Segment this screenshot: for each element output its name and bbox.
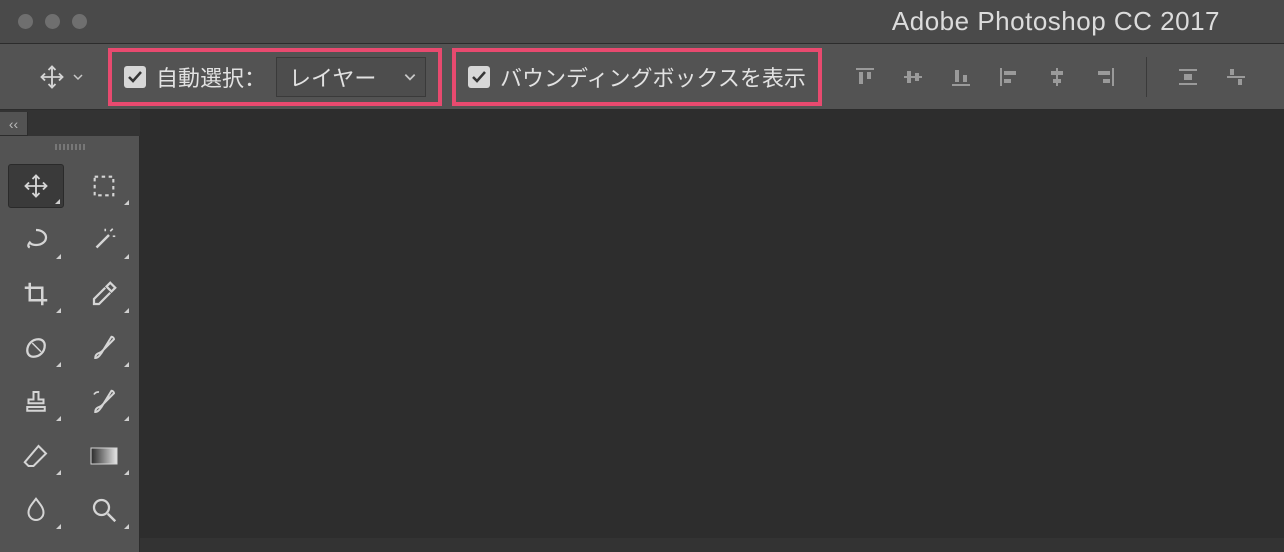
dodge-tool[interactable] (76, 488, 132, 532)
divider (1146, 57, 1147, 97)
flyout-indicator-icon (124, 254, 129, 259)
align-left-icon (997, 65, 1021, 89)
flyout-indicator-icon (56, 470, 61, 475)
auto-select-value: レイヤー (289, 61, 376, 93)
zoom-window-button[interactable] (72, 14, 87, 29)
app-title: Adobe Photoshop CC 2017 (892, 6, 1220, 36)
lasso-tool[interactable] (8, 218, 64, 262)
align-bottom-button[interactable] (946, 62, 976, 92)
flyout-indicator-icon (56, 254, 61, 259)
stamp-tool[interactable] (8, 380, 64, 424)
canvas-area[interactable] (140, 110, 1284, 538)
close-window-button[interactable] (18, 14, 33, 29)
brush-icon (89, 333, 119, 363)
distribute-h-button[interactable] (1173, 62, 1203, 92)
show-bounding-box-label: バウンディングボックスを表示 (500, 61, 806, 93)
flyout-indicator-icon (56, 308, 61, 313)
smudge-icon (21, 495, 51, 525)
flyout-indicator-icon (55, 199, 60, 204)
crop-tool[interactable] (8, 272, 64, 316)
gradient-icon (89, 445, 119, 467)
magic-wand-tool[interactable] (76, 218, 132, 262)
flyout-indicator-icon (124, 308, 129, 313)
align-hcenter-button[interactable] (1042, 62, 1072, 92)
move-tool[interactable] (8, 164, 64, 208)
eyedropper-tool[interactable] (76, 272, 132, 316)
align-left-button[interactable] (994, 62, 1024, 92)
align-hcenter-icon (1045, 65, 1069, 89)
dodge-icon (89, 495, 119, 525)
eyedropper-icon (89, 279, 119, 309)
auto-select-dropdown[interactable]: レイヤー (276, 57, 426, 97)
eraser-icon (21, 441, 51, 471)
options-bar: 自動選択： レイヤー バウンディングボックスを表示 (0, 44, 1284, 110)
panel-grip[interactable] (6, 142, 133, 152)
flyout-indicator-icon (124, 416, 129, 421)
gradient-tool[interactable] (76, 434, 132, 478)
flyout-indicator-icon (124, 362, 129, 367)
minimize-window-button[interactable] (45, 14, 60, 29)
magic-wand-icon (89, 225, 119, 255)
chevron-down-icon (72, 71, 84, 83)
flyout-indicator-icon (124, 200, 129, 205)
move-icon (22, 172, 50, 200)
window-controls (18, 14, 87, 29)
marquee-tool[interactable] (76, 164, 132, 208)
collapse-panels-button[interactable]: ‹‹ (0, 112, 28, 136)
flyout-indicator-icon (124, 470, 129, 475)
show-bounding-box-group: バウンディングボックスを表示 (452, 48, 822, 106)
move-icon (38, 63, 66, 91)
align-vcenter-icon (901, 65, 925, 89)
patch-tool[interactable] (8, 326, 64, 370)
flyout-indicator-icon (124, 524, 129, 529)
eraser-tool[interactable] (8, 434, 64, 478)
history-brush-icon (89, 387, 119, 417)
align-buttons-group (850, 57, 1251, 97)
align-right-icon (1093, 65, 1117, 89)
stamp-icon (21, 387, 51, 417)
checkmark-icon (127, 69, 143, 85)
flyout-indicator-icon (56, 524, 61, 529)
auto-select-group: 自動選択： レイヤー (108, 48, 442, 106)
align-top-button[interactable] (850, 62, 880, 92)
show-bounding-box-checkbox[interactable] (468, 66, 490, 88)
tools-panel (0, 136, 140, 552)
auto-select-label: 自動選択： (156, 61, 266, 93)
align-vcenter-button[interactable] (898, 62, 928, 92)
chevron-down-icon (403, 70, 417, 84)
window-titlebar: Adobe Photoshop CC 2017 (0, 0, 1284, 44)
flyout-indicator-icon (56, 362, 61, 367)
align-right-button[interactable] (1090, 62, 1120, 92)
collapse-glyph: ‹‹ (9, 116, 18, 132)
align-bottom-icon (949, 65, 973, 89)
auto-select-checkbox[interactable] (124, 66, 146, 88)
smudge-tool[interactable] (8, 488, 64, 532)
distribute-h-icon (1176, 65, 1200, 89)
lasso-icon (21, 225, 51, 255)
tool-preset-picker[interactable] (38, 63, 84, 91)
patch-icon (21, 333, 51, 363)
marquee-icon (90, 172, 118, 200)
align-top-icon (853, 65, 877, 89)
brush-tool[interactable] (76, 326, 132, 370)
distribute-v-button[interactable] (1221, 62, 1251, 92)
checkmark-icon (471, 69, 487, 85)
crop-icon (21, 279, 51, 309)
flyout-indicator-icon (56, 416, 61, 421)
distribute-v-icon (1224, 65, 1248, 89)
history-brush-tool[interactable] (76, 380, 132, 424)
